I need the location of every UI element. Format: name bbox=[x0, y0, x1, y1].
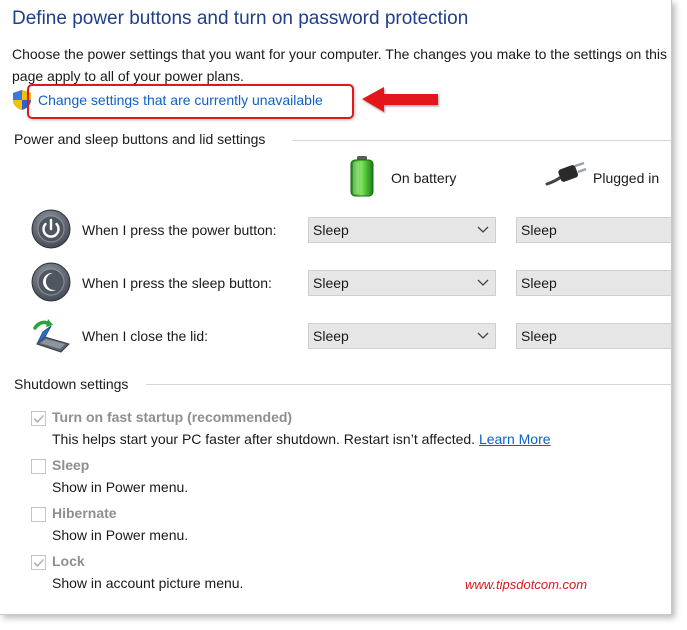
checkmark-icon bbox=[33, 414, 45, 424]
on-battery-header: On battery bbox=[391, 170, 457, 186]
sleep-checkbox[interactable] bbox=[31, 459, 46, 474]
plug-icon bbox=[545, 161, 587, 186]
chevron-down-icon bbox=[477, 279, 489, 286]
select-value: Sleep bbox=[521, 275, 557, 291]
sleep-button-label: When I press the sleep button: bbox=[82, 275, 272, 291]
intro-line-1: Choose the power settings that you want … bbox=[12, 46, 668, 62]
hibernate-desc: Show in Power menu. bbox=[52, 527, 189, 543]
select-value: Sleep bbox=[521, 328, 557, 344]
watermark: www.tipsdotcom.com bbox=[465, 577, 588, 592]
red-arrow-icon bbox=[362, 87, 438, 112]
power-section-heading: Power and sleep buttons and lid settings bbox=[14, 131, 266, 147]
fast-startup-title: Turn on fast startup (recommended) bbox=[52, 409, 293, 425]
hibernate-title: Hibernate bbox=[52, 505, 117, 521]
fast-startup-desc-text: This helps start your PC faster after sh… bbox=[52, 431, 476, 447]
fast-startup-checkbox[interactable] bbox=[31, 411, 46, 426]
sleep-title: Sleep bbox=[52, 457, 90, 473]
intro-text: Choose the power settings that you want … bbox=[12, 43, 671, 87]
control-panel-window: Define power buttons and turn on passwor… bbox=[0, 0, 672, 615]
section-divider bbox=[146, 384, 671, 385]
laptop-lid-icon bbox=[33, 319, 70, 353]
sleep-button-icon bbox=[31, 262, 71, 302]
highlight-box bbox=[27, 84, 354, 119]
chevron-down-icon bbox=[477, 226, 489, 233]
close-lid-battery-select[interactable]: Sleep bbox=[308, 323, 496, 349]
lock-title: Lock bbox=[52, 553, 85, 569]
plugged-in-header: Plugged in bbox=[593, 170, 660, 186]
checkmark-icon bbox=[33, 558, 45, 568]
lock-checkbox[interactable] bbox=[31, 555, 46, 570]
chevron-down-icon bbox=[477, 332, 489, 339]
hibernate-checkbox[interactable] bbox=[31, 507, 46, 522]
sleep-desc: Show in Power menu. bbox=[52, 479, 189, 495]
lock-desc: Show in account picture menu. bbox=[52, 575, 244, 591]
learn-more-link[interactable]: Learn More bbox=[479, 431, 551, 447]
select-value: Sleep bbox=[521, 222, 557, 238]
power-button-label: When I press the power button: bbox=[82, 222, 277, 238]
fast-startup-desc: This helps start your PC faster after sh… bbox=[52, 431, 551, 447]
section-divider bbox=[292, 140, 671, 141]
power-button-plugged-select[interactable]: Sleep bbox=[516, 217, 671, 243]
sleep-button-battery-select[interactable]: Sleep bbox=[308, 270, 496, 296]
shutdown-section-heading: Shutdown settings bbox=[14, 376, 129, 392]
power-button-icon bbox=[31, 209, 71, 249]
select-value: Sleep bbox=[313, 222, 349, 238]
power-button-battery-select[interactable]: Sleep bbox=[308, 217, 496, 243]
close-lid-label: When I close the lid: bbox=[82, 328, 209, 344]
select-value: Sleep bbox=[313, 275, 349, 291]
select-value: Sleep bbox=[313, 328, 349, 344]
sleep-button-plugged-select[interactable]: Sleep bbox=[516, 270, 671, 296]
battery-icon bbox=[350, 156, 374, 197]
page-title: Define power buttons and turn on passwor… bbox=[12, 8, 469, 29]
close-lid-plugged-select[interactable]: Sleep bbox=[516, 323, 671, 349]
